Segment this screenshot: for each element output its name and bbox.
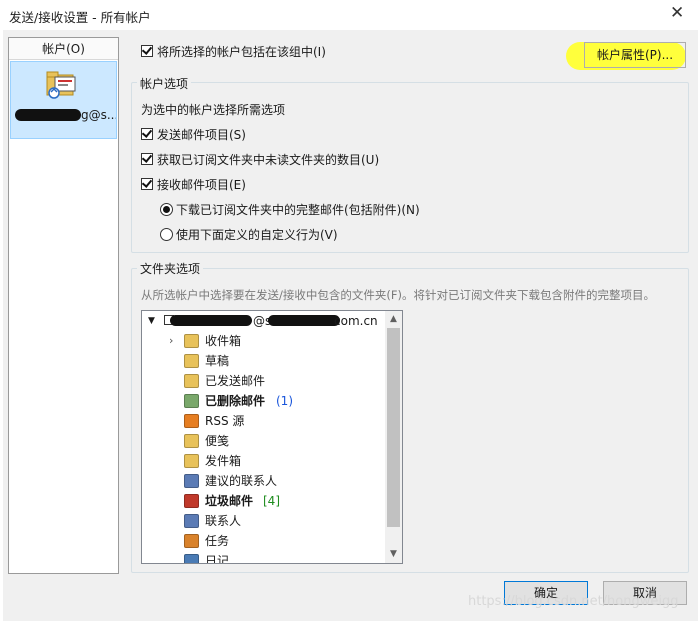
folder-row[interactable]: 发件箱: [142, 451, 386, 471]
drafts-folder-icon: [184, 354, 199, 368]
folder-options-title: 文件夹选项: [137, 260, 204, 277]
account-sync-icon: [46, 71, 76, 99]
folder-name[interactable]: 已删除邮件: [205, 391, 265, 411]
notes-folder-icon: [184, 434, 199, 448]
folder-row[interactable]: 垃圾邮件 [4]: [142, 491, 386, 511]
folder-row[interactable]: 建议的联系人: [142, 471, 386, 491]
vertical-scrollbar[interactable]: ▲ ▼: [385, 311, 402, 563]
scroll-up-icon[interactable]: ▲: [385, 311, 402, 328]
receive-items-label[interactable]: 接收邮件项目(E): [157, 176, 246, 193]
journal-folder-icon: [184, 554, 199, 563]
folder-row[interactable]: 任务: [142, 531, 386, 551]
window-title: 发送/接收设置 - 所有帐户: [9, 10, 151, 25]
suggested-contacts-icon: [184, 474, 199, 488]
account-options-subtitle: 为选中的帐户选择所需选项: [141, 103, 286, 117]
folder-row[interactable]: 已发送邮件: [142, 371, 386, 391]
outbox-folder-icon: [184, 454, 199, 468]
folder-name[interactable]: 发件箱: [205, 451, 241, 471]
folder-tree[interactable]: ▼ @s com.cn › 收件箱 草稿 已发送邮件 已删除邮件 (1) RSS 源便笺 发件…: [141, 310, 403, 564]
contacts-folder-icon: [184, 514, 199, 528]
unread-count-checkbox[interactable]: [141, 152, 153, 165]
folder-name[interactable]: 日记: [205, 551, 229, 563]
folder-row[interactable]: 草稿: [142, 351, 386, 371]
accounts-list-header[interactable]: 帐户(O): [9, 38, 118, 60]
custom-behavior-radio[interactable]: [160, 228, 173, 241]
scroll-down-icon[interactable]: ▼: [385, 546, 402, 563]
window-edge: [0, 30, 3, 621]
rss-folder-icon: [184, 414, 199, 428]
folder-name[interactable]: 垃圾邮件: [205, 491, 253, 511]
account-name: g@s...: [11, 106, 116, 124]
folder-name[interactable]: 已发送邮件: [205, 371, 265, 391]
account-item-selected[interactable]: g@s...: [10, 61, 117, 139]
folder-name[interactable]: 联系人: [205, 511, 241, 531]
account-name-suffix: g@s...: [81, 108, 116, 122]
folder-unread-count: [4]: [263, 494, 280, 508]
include-in-group-checkbox[interactable]: [141, 44, 153, 57]
folder-row[interactable]: 已删除邮件 (1): [142, 391, 386, 411]
download-complete-label[interactable]: 下载已订阅文件夹中的完整邮件(包括附件)(N): [176, 201, 420, 218]
folder-row[interactable]: › 收件箱: [142, 331, 386, 351]
folder-name[interactable]: 任务: [205, 531, 229, 551]
inbox-folder-icon: [184, 334, 199, 348]
tree-root-account[interactable]: ▼ @s com.cn: [142, 311, 386, 331]
tasks-folder-icon: [184, 534, 199, 548]
account-properties-button[interactable]: 帐户属性(P)...: [584, 42, 686, 68]
folder-row[interactable]: 便笺: [142, 431, 386, 451]
folder-row[interactable]: 日记: [142, 551, 386, 563]
folder-row[interactable]: RSS 源: [142, 411, 386, 431]
redacted-scribble: [15, 109, 81, 121]
receive-items-checkbox[interactable]: [141, 177, 153, 190]
chevron-down-icon[interactable]: ▼: [148, 311, 155, 331]
accounts-list[interactable]: 帐户(O) g@s...: [8, 37, 119, 574]
folder-name[interactable]: RSS 源: [205, 411, 244, 431]
account-options-title: 帐户选项: [137, 75, 192, 92]
send-items-label[interactable]: 发送邮件项目(S): [157, 126, 246, 143]
custom-behavior-label[interactable]: 使用下面定义的自定义行为(V): [176, 226, 338, 243]
scrollbar-thumb[interactable]: [387, 328, 400, 527]
folder-name[interactable]: 建议的联系人: [205, 471, 277, 491]
download-complete-radio[interactable]: [160, 203, 173, 216]
folder-name[interactable]: 收件箱: [205, 331, 241, 351]
close-icon[interactable]: ✕: [670, 3, 684, 23]
folder-name[interactable]: 便笺: [205, 431, 229, 451]
sent-folder-icon: [184, 374, 199, 388]
watermark-text: https://blog.csdn.net/hongweigg: [468, 594, 679, 609]
junk-folder-icon: [184, 494, 199, 508]
trash-folder-icon: [184, 394, 199, 408]
redacted-scribble: [268, 315, 340, 326]
folder-unread-count: (1): [276, 394, 293, 408]
folder-name[interactable]: 草稿: [205, 351, 229, 371]
chevron-right-icon[interactable]: ›: [169, 331, 173, 351]
folder-options-description: 从所选帐户中选择要在发送/接收中包含的文件夹(F)。将针对已订阅文件夹下载包含附…: [141, 288, 655, 302]
redacted-scribble: [170, 315, 252, 326]
include-in-group-label[interactable]: 将所选择的帐户包括在该组中(I): [157, 43, 326, 60]
folder-row[interactable]: 联系人: [142, 511, 386, 531]
root-domain-suffix: com.cn: [334, 314, 378, 328]
send-items-checkbox[interactable]: [141, 127, 153, 140]
unread-count-label[interactable]: 获取已订阅文件夹中未读文件夹的数目(U): [157, 151, 379, 168]
